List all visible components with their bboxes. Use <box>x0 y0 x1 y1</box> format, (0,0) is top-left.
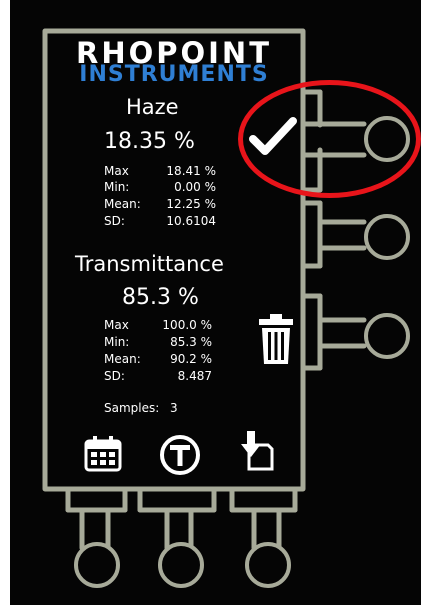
logo-line-2: INSTRUMENTS <box>79 62 269 87</box>
transmittance-min-label: Min: <box>104 335 130 349</box>
transmittance-max-label: Max <box>104 318 129 332</box>
trash-icon[interactable] <box>257 314 295 366</box>
bottom-button-2[interactable] <box>158 542 204 588</box>
transmittance-max-value: 100.0 % <box>162 318 212 332</box>
haze-value: 18.35 % <box>104 129 195 154</box>
t-circle-icon[interactable] <box>159 434 201 476</box>
transmittance-value: 85.3 % <box>122 285 199 310</box>
haze-max-label: Max <box>104 164 129 178</box>
transmittance-sd-value: 8.487 <box>177 369 212 383</box>
haze-title: Haze <box>126 95 179 119</box>
right-button-3[interactable] <box>364 313 410 359</box>
download-document-icon[interactable] <box>239 431 275 473</box>
haze-mean-label: Mean: <box>104 197 141 211</box>
transmittance-mean-label: Mean: <box>104 352 141 366</box>
samples-label: Samples: <box>104 401 160 415</box>
transmittance-mean-value: 90.2 % <box>170 352 212 366</box>
calendar-icon[interactable] <box>84 436 122 472</box>
haze-min-value: 0.00 % <box>174 180 216 194</box>
samples-value: 3 <box>170 401 178 415</box>
haze-mean-value: 12.25 % <box>166 197 216 211</box>
transmittance-sd-label: SD: <box>104 369 125 383</box>
haze-sd-label: SD: <box>104 214 125 228</box>
transmittance-min-value: 85.3 % <box>170 335 212 349</box>
haze-sd-value: 10.6104 <box>166 214 216 228</box>
bottom-button-1[interactable] <box>74 542 120 588</box>
bottom-button-3[interactable] <box>245 542 291 588</box>
haze-max-value: 18.41 % <box>166 164 216 178</box>
haze-min-label: Min: <box>104 180 130 194</box>
transmittance-title: Transmittance <box>75 252 224 276</box>
right-button-2[interactable] <box>364 214 410 260</box>
highlight-annotation <box>238 80 421 198</box>
